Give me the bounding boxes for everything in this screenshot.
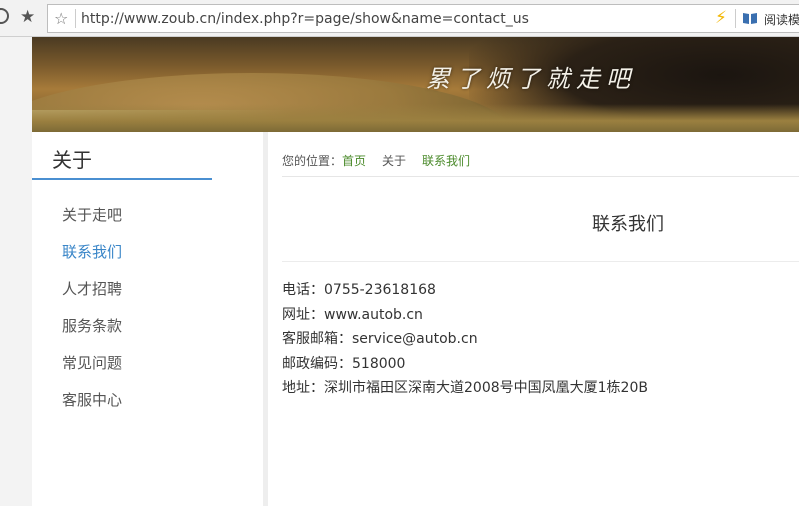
sidebar-title-underline xyxy=(32,178,212,180)
breadcrumb-home-link[interactable]: 首页 xyxy=(342,154,366,168)
page-title: 联系我们 xyxy=(592,214,664,235)
address-divider xyxy=(75,9,76,28)
sidebar-item-contact-us[interactable]: 联系我们 xyxy=(62,241,122,278)
sidebar-item-about[interactable]: 关于走吧 xyxy=(62,204,122,241)
address-bar[interactable]: ☆ http://www.zoub.cn/index.php?r=page/sh… xyxy=(47,4,799,33)
breadcrumb-prefix: 您的位置： xyxy=(282,154,343,168)
sidebar-item-customer-service[interactable]: 客服中心 xyxy=(62,389,122,426)
banner-slogan: 累了烦了就走吧 xyxy=(426,65,636,93)
reload-icon[interactable] xyxy=(0,8,9,24)
contact-website: 网址：www.autob.cn xyxy=(282,306,423,323)
main-content: 您的位置：首页 关于 联系我们 联系我们 电话：0755-23618168 网址：w… xyxy=(282,132,799,506)
lightning-icon[interactable]: ⚡ xyxy=(715,8,727,28)
contact-phone: 电话：0755-23618168 xyxy=(282,282,436,298)
breadcrumb-current-link[interactable]: 联系我们 xyxy=(422,154,470,168)
bookmark-page-icon[interactable]: ☆ xyxy=(54,9,68,28)
address-divider xyxy=(735,9,736,28)
reader-mode-icon[interactable] xyxy=(742,11,758,25)
sidebar-item-careers[interactable]: 人才招聘 xyxy=(62,278,122,315)
divider xyxy=(282,176,799,177)
divider xyxy=(282,261,799,262)
reader-mode-label[interactable]: 阅读模 xyxy=(764,11,799,28)
url-text[interactable]: http://www.zoub.cn/index.php?r=page/show… xyxy=(81,11,529,27)
breadcrumb-section[interactable]: 关于 xyxy=(382,154,406,168)
bookmark-star-icon[interactable]: ★ xyxy=(20,7,35,27)
browser-toolbar: ★ ☆ http://www.zoub.cn/index.php?r=page/… xyxy=(0,0,799,37)
contact-info-list: 电话：0755-23618168 网址：www.autob.cn 客服邮箱：se… xyxy=(282,279,648,402)
sidebar-nav: 关于走吧 联系我们 人才招聘 服务条款 常见问题 客服中心 xyxy=(62,204,122,426)
sidebar: 关于 关于走吧 联系我们 人才招聘 服务条款 常见问题 客服中心 xyxy=(32,132,268,506)
contact-address: 地址：深圳市福田区深南大道2008号中国凤凰大厦1栋20B xyxy=(282,380,648,396)
contact-postcode: 邮政编码：518000 xyxy=(282,355,406,372)
header-banner: 累了烦了就走吧 xyxy=(32,37,799,132)
breadcrumb: 您的位置：首页 关于 联系我们 xyxy=(282,152,470,169)
contact-email: 客服邮箱：service@autob.cn xyxy=(282,331,478,347)
sidebar-item-faq[interactable]: 常见问题 xyxy=(62,352,122,389)
web-page: 累了烦了就走吧 关于 关于走吧 联系我们 人才招聘 服务条款 常见问题 客服中心… xyxy=(32,37,799,506)
sidebar-title: 关于 xyxy=(52,148,92,172)
sidebar-item-terms[interactable]: 服务条款 xyxy=(62,315,122,352)
